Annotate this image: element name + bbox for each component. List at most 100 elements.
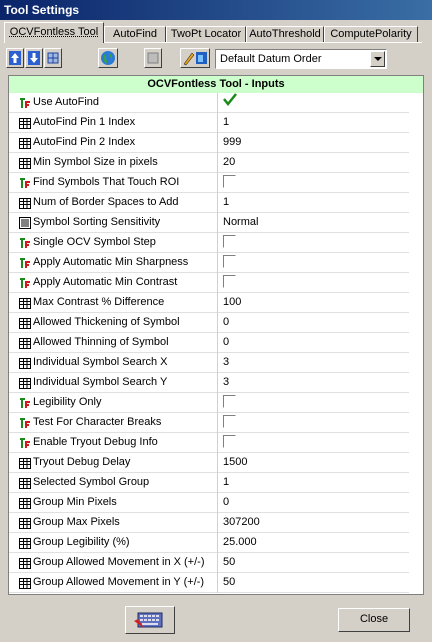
property-checkbox[interactable] bbox=[223, 175, 236, 188]
property-label: Apply Automatic Min Contrast bbox=[33, 276, 178, 288]
property-row[interactable]: Individual Symbol Search X 3 bbox=[9, 353, 409, 373]
property-checkbox[interactable] bbox=[223, 395, 236, 408]
property-checkbox[interactable] bbox=[223, 275, 236, 288]
move-up-button[interactable] bbox=[6, 48, 24, 68]
property-checkbox[interactable] bbox=[223, 415, 236, 428]
pick-button[interactable] bbox=[180, 48, 210, 68]
tab-label: ComputePolarity bbox=[330, 28, 412, 40]
grid-rows: Use AutoFind AutoFind Pin 1 Index 1 AutoFin… bbox=[9, 93, 409, 593]
property-value[interactable]: 0 bbox=[223, 336, 229, 348]
property-row[interactable]: Use AutoFind bbox=[9, 93, 409, 113]
property-row[interactable]: Group Allowed Movement in X (+/-) 50 bbox=[9, 553, 409, 573]
property-row[interactable]: AutoFind Pin 1 Index 1 bbox=[9, 113, 409, 133]
property-row[interactable]: Single OCV Symbol Step bbox=[9, 233, 409, 253]
property-value[interactable]: 999 bbox=[223, 136, 241, 148]
property-checkbox[interactable] bbox=[223, 255, 236, 268]
property-row[interactable]: Selected Symbol Group 1 bbox=[9, 473, 409, 493]
tf-icon bbox=[19, 237, 31, 249]
property-checkbox[interactable] bbox=[223, 235, 236, 248]
property-value[interactable]: 1500 bbox=[223, 456, 247, 468]
scroll-up-button[interactable] bbox=[423, 93, 424, 107]
tab-autothreshold[interactable]: AutoThreshold bbox=[246, 26, 324, 42]
tf-icon bbox=[19, 97, 31, 109]
property-row[interactable]: Group Allowed Movement in Y (+/-) 50 bbox=[9, 573, 409, 593]
property-row[interactable]: Allowed Thinning of Symbol 0 bbox=[9, 333, 409, 353]
property-row[interactable]: Test For Character Breaks bbox=[9, 413, 409, 433]
property-value[interactable]: 100 bbox=[223, 296, 241, 308]
move-down-button[interactable] bbox=[25, 48, 43, 68]
numeric-icon bbox=[19, 537, 31, 549]
scroll-down-button[interactable] bbox=[423, 580, 424, 594]
column-divider bbox=[217, 413, 218, 433]
property-row[interactable]: Tryout Debug Delay 1500 bbox=[9, 453, 409, 473]
property-value[interactable]: 50 bbox=[223, 576, 235, 588]
column-divider bbox=[217, 93, 218, 113]
column-divider bbox=[217, 553, 218, 573]
property-row[interactable]: AutoFind Pin 2 Index 999 bbox=[9, 133, 409, 153]
property-value[interactable]: 25.000 bbox=[223, 536, 257, 548]
pencil-icon bbox=[183, 52, 207, 66]
tab-ocvfontless-tool[interactable]: OCVFontless Tool bbox=[4, 22, 104, 43]
property-label: AutoFind Pin 1 Index bbox=[33, 116, 136, 128]
grid-header: OCVFontless Tool - Inputs bbox=[9, 76, 423, 93]
property-row[interactable]: Apply Automatic Min Sharpness bbox=[9, 253, 409, 273]
property-grid: OCVFontless Tool - Inputs Use AutoFind Au… bbox=[8, 75, 424, 595]
property-checkbox[interactable] bbox=[223, 93, 237, 108]
property-row[interactable]: Find Symbols That Touch ROI bbox=[9, 173, 409, 193]
toolbar: Default Datum Order bbox=[4, 46, 424, 72]
property-value[interactable]: 3 bbox=[223, 356, 229, 368]
column-divider bbox=[217, 193, 218, 213]
vertical-scrollbar[interactable] bbox=[423, 93, 424, 594]
column-divider bbox=[217, 433, 218, 453]
numeric-icon bbox=[19, 137, 31, 149]
disabled-button[interactable] bbox=[144, 48, 162, 68]
property-label: Test For Character Breaks bbox=[33, 416, 162, 428]
property-checkbox[interactable] bbox=[223, 435, 236, 448]
checkmark-icon bbox=[223, 93, 237, 107]
property-row[interactable]: Min Symbol Size in pixels 20 bbox=[9, 153, 409, 173]
numeric-icon bbox=[19, 377, 31, 389]
property-value[interactable]: 50 bbox=[223, 556, 235, 568]
property-row[interactable]: Individual Symbol Search Y 3 bbox=[9, 373, 409, 393]
property-value[interactable]: 0 bbox=[223, 496, 229, 508]
keyboard-button[interactable] bbox=[125, 606, 175, 634]
property-row[interactable]: Enable Tryout Debug Info bbox=[9, 433, 409, 453]
property-value[interactable]: 1 bbox=[223, 476, 229, 488]
column-divider bbox=[217, 353, 218, 373]
property-row[interactable]: Num of Border Spaces to Add 1 bbox=[9, 193, 409, 213]
property-row[interactable]: Symbol Sorting Sensitivity Normal bbox=[9, 213, 409, 233]
property-label: Individual Symbol Search X bbox=[33, 356, 168, 368]
tab-computepolarity[interactable]: ComputePolarity bbox=[324, 26, 418, 42]
property-label: Group Min Pixels bbox=[33, 496, 117, 508]
tab-autofind[interactable]: AutoFind bbox=[104, 26, 166, 42]
property-row[interactable]: Apply Automatic Min Contrast bbox=[9, 273, 409, 293]
numeric-icon bbox=[19, 577, 31, 589]
numeric-icon bbox=[19, 297, 31, 309]
close-button[interactable]: Close bbox=[338, 608, 410, 632]
property-value[interactable]: Normal bbox=[223, 216, 258, 228]
tab-twopt-locator[interactable]: TwoPt Locator bbox=[166, 26, 246, 42]
chevron-down-icon[interactable] bbox=[370, 51, 385, 67]
property-row[interactable]: Allowed Thickening of Symbol 0 bbox=[9, 313, 409, 333]
property-value[interactable]: 20 bbox=[223, 156, 235, 168]
datum-order-select[interactable]: Default Datum Order bbox=[215, 49, 387, 69]
property-value[interactable]: 1 bbox=[223, 196, 229, 208]
property-value[interactable]: 3 bbox=[223, 376, 229, 388]
property-row[interactable]: Group Legibility (%) 25.000 bbox=[9, 533, 409, 553]
property-label: Num of Border Spaces to Add bbox=[33, 196, 179, 208]
property-label: Selected Symbol Group bbox=[33, 476, 150, 488]
property-row[interactable]: Group Min Pixels 0 bbox=[9, 493, 409, 513]
property-row[interactable]: Group Max Pixels 307200 bbox=[9, 513, 409, 533]
scroll-thumb[interactable] bbox=[423, 107, 424, 121]
property-value[interactable]: 1 bbox=[223, 116, 229, 128]
grid-view-button[interactable] bbox=[44, 48, 62, 68]
property-value[interactable]: 307200 bbox=[223, 516, 260, 528]
tf-icon bbox=[19, 257, 31, 269]
column-divider bbox=[217, 173, 218, 193]
property-value[interactable]: 0 bbox=[223, 316, 229, 328]
property-row[interactable]: Max Contrast % Difference 100 bbox=[9, 293, 409, 313]
property-label: Legibility Only bbox=[33, 396, 102, 408]
property-row[interactable]: Legibility Only bbox=[9, 393, 409, 413]
numeric-icon bbox=[19, 557, 31, 569]
globe-button[interactable] bbox=[98, 48, 118, 68]
